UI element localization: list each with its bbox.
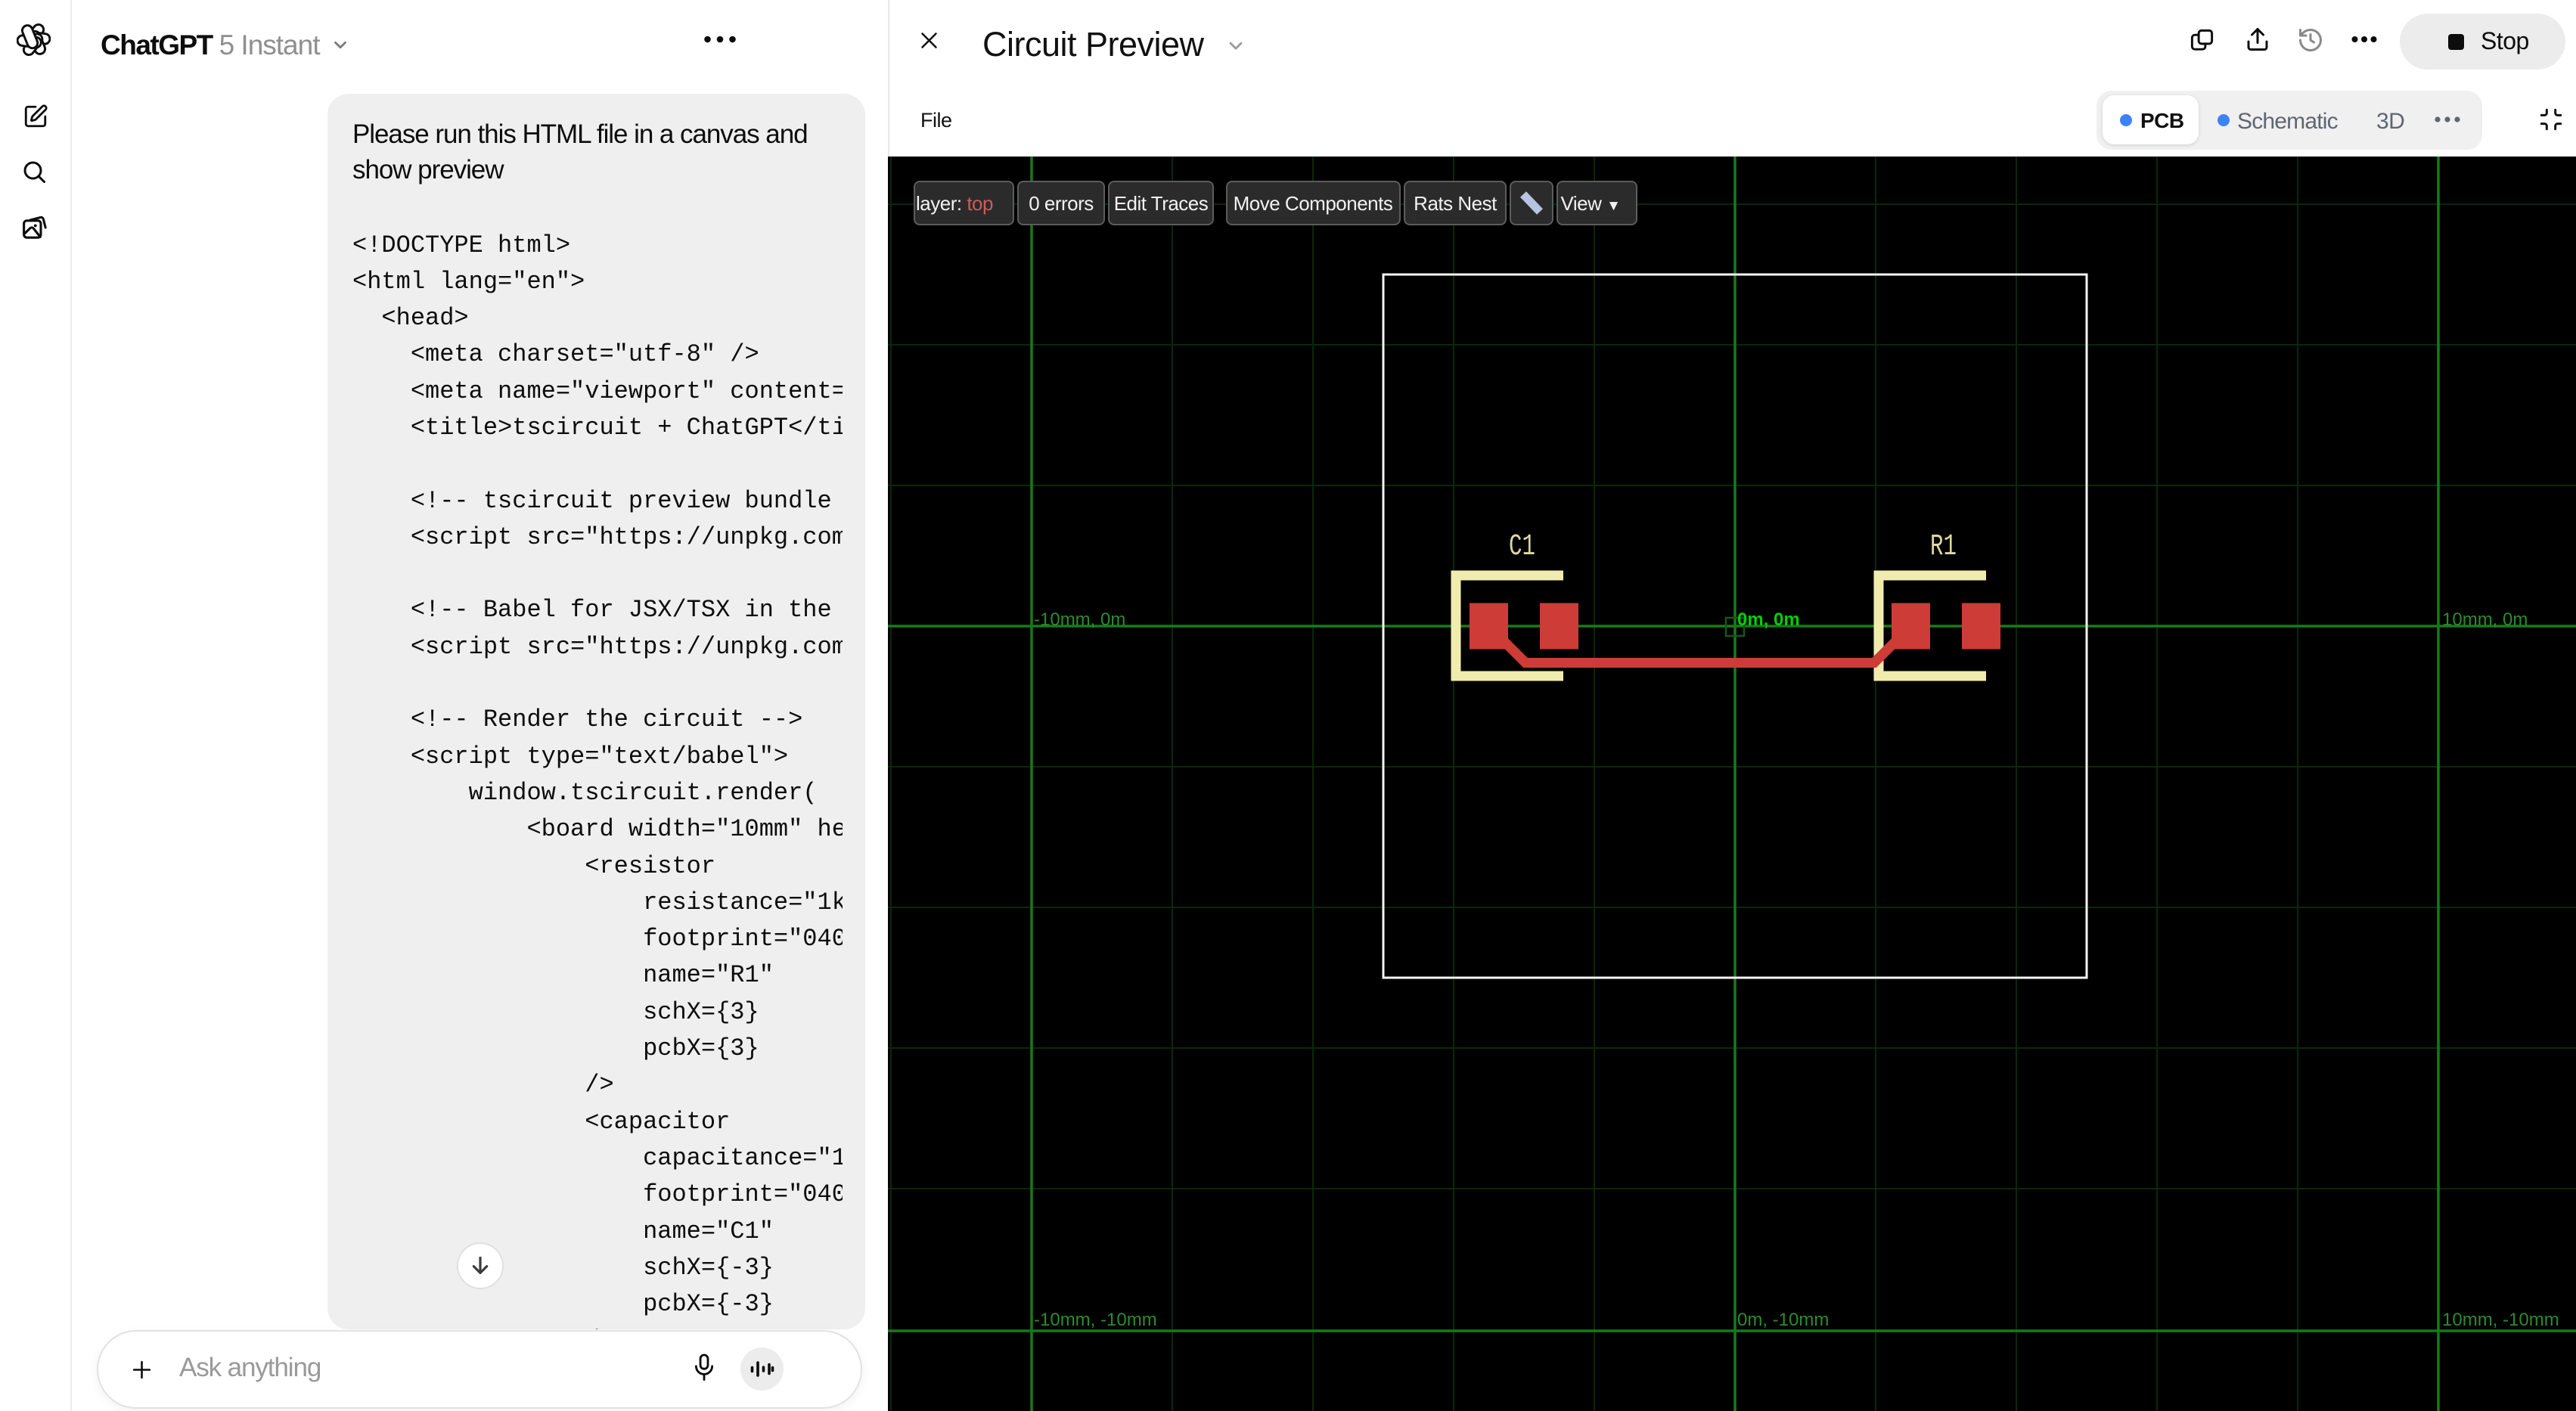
svg-text:-10mm, 0m: -10mm, 0m [1034,609,1125,630]
svg-text:R1: R1 [1930,530,1957,564]
svg-text:10mm, -10mm: 10mm, -10mm [2442,1310,2559,1330]
svg-text:Move Components: Move Components [1234,192,1393,215]
svg-text:0m, -10mm: 0m, -10mm [1737,1310,1829,1330]
svg-text:layer: top: layer: top [916,192,993,215]
svg-text:10mm, 0m: 10mm, 0m [2442,609,2528,630]
svg-text:C1: C1 [1509,530,1535,564]
svg-text:Edit Traces: Edit Traces [1114,192,1209,215]
svg-text:Rats Nest: Rats Nest [1414,192,1497,215]
svg-text:0m, 0m: 0m, 0m [1737,609,1800,630]
svg-text:0 errors: 0 errors [1029,192,1094,215]
svg-text:-10mm, -10mm: -10mm, -10mm [1034,1310,1157,1330]
